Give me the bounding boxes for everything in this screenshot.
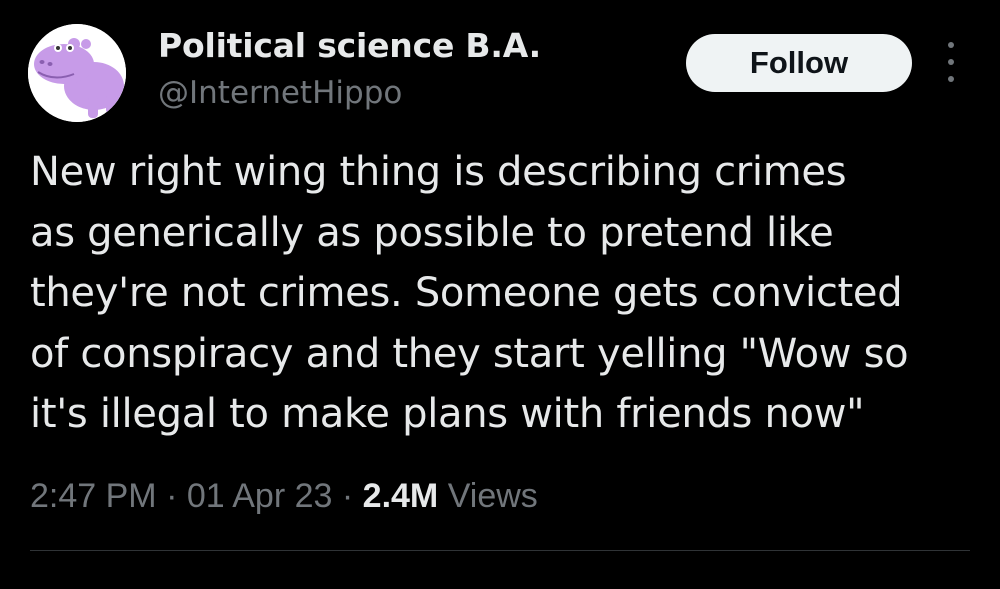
tweet-date[interactable]: 01 Apr 23: [187, 477, 333, 515]
tweet-time[interactable]: 2:47 PM: [30, 477, 157, 515]
tweet-text-line: as generically as possible to pretend li…: [30, 209, 834, 256]
follow-button[interactable]: Follow: [686, 34, 912, 92]
tweet-meta: 2:47 PM · 01 Apr 23 · 2.4M Views: [30, 477, 538, 516]
tweet-text-line: they're not crimes. Someone gets convict…: [30, 270, 903, 316]
tweet-text-line: New right wing thing is describing crime…: [30, 149, 847, 195]
meta-separator: ·: [341, 477, 354, 515]
meta-separator: ·: [166, 477, 178, 515]
more-dot: [948, 76, 954, 82]
divider: [30, 550, 970, 551]
more-vertical-icon[interactable]: [936, 42, 966, 82]
tweet-text-line: of conspiracy and they start yelling "Wo…: [30, 330, 909, 377]
views-label[interactable]: Views: [448, 477, 538, 515]
author-handle[interactable]: @InternetHippo: [158, 75, 402, 111]
more-dot: [948, 42, 954, 48]
avatar[interactable]: [28, 24, 126, 122]
hippo-icon: [28, 24, 126, 122]
tweet-text-line: it's illegal to make plans with friends …: [30, 391, 865, 437]
author-display-name[interactable]: Political science B.A.: [158, 26, 541, 65]
tweet-text: New right wing thing is describing crime…: [30, 142, 980, 445]
more-dot: [948, 59, 954, 65]
views-count[interactable]: 2.4M: [363, 477, 439, 515]
